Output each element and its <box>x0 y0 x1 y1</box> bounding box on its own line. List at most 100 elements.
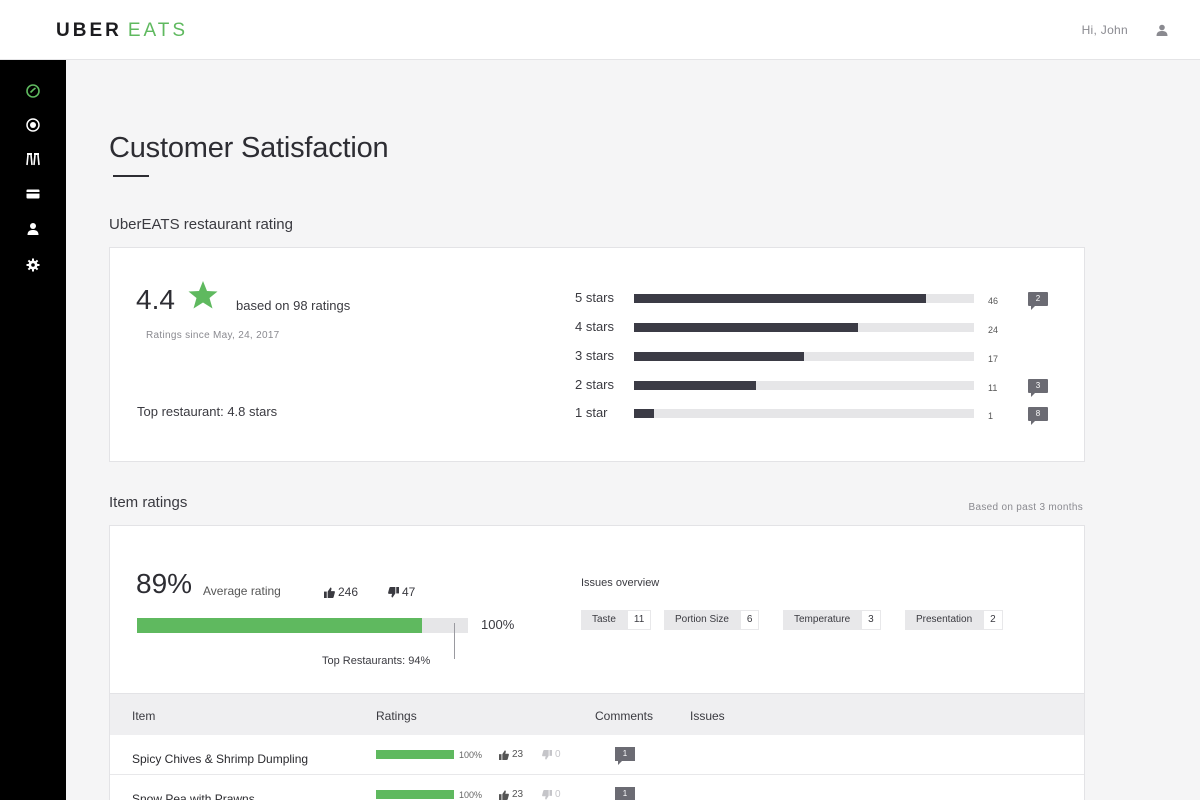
page-title: Customer Satisfaction <box>109 132 389 164</box>
thumbs-up-icon <box>499 749 509 760</box>
issues-overview-title: Issues overview <box>581 577 660 589</box>
item-name: Snow Pea with Prawns <box>132 792 255 800</box>
item-rating-bar-fill <box>376 790 454 799</box>
item-rating-pct: 100% <box>459 790 483 800</box>
restaurant-rating-title: UberEATS restaurant rating <box>109 216 293 233</box>
col-ratings[interactable]: Ratings <box>376 709 417 723</box>
star-row-count: 1 <box>988 411 994 421</box>
star-row-bar <box>634 323 974 332</box>
rating-score: 4.4 <box>136 284 175 315</box>
ratings-since: Ratings since May, 24, 2017 <box>146 330 280 341</box>
account-icon[interactable] <box>26 222 40 236</box>
issue-name: Temperature <box>783 610 862 630</box>
item-rating-bar-fill <box>376 750 454 759</box>
item-table-header: Item Ratings Comments Issues <box>110 693 1084 735</box>
item-ratings-title: Item ratings <box>109 494 188 511</box>
item-ratings-card: 89% Average rating 246 47 100% Top Resta… <box>109 525 1085 800</box>
item-comments-badge[interactable]: 1 <box>615 747 635 765</box>
thumbs-down-count: 47 <box>402 585 416 599</box>
item-thumbs-up: 23 <box>499 789 523 800</box>
top-bar: UBER EATS Hi, John <box>0 0 1200 60</box>
item-thumbs-down: 0 <box>542 749 561 760</box>
comments-badge[interactable]: 8 <box>1028 407 1048 425</box>
thumbs-down-total: 47 <box>388 585 415 599</box>
item-thumbs-down: 0 <box>542 789 561 800</box>
star-row-label: 1 star <box>575 405 608 420</box>
average-rating: 89% <box>136 568 193 599</box>
issue-chip[interactable]: Portion Size 6 <box>664 610 760 630</box>
star-row-bar-fill <box>634 409 655 418</box>
item-rating-bar <box>376 750 454 759</box>
item-thumbs-down-count: 0 <box>555 749 561 760</box>
comments-badge[interactable]: 3 <box>1028 379 1048 397</box>
star-row-bar-fill <box>634 294 927 303</box>
item-thumbs-up: 23 <box>499 749 523 760</box>
star-icon <box>188 281 218 309</box>
user-icon[interactable] <box>1156 24 1168 36</box>
star-row-bar-fill <box>634 352 804 361</box>
max-label: 100% <box>481 617 515 632</box>
ubereats-logo[interactable]: UBER EATS <box>56 20 188 42</box>
issue-count: 2 <box>983 610 1003 630</box>
item-thumbs-down-count: 0 <box>555 789 561 800</box>
average-rating-label: Average rating <box>203 584 281 598</box>
col-issues[interactable]: Issues <box>690 709 725 723</box>
issue-count: 6 <box>739 610 760 630</box>
star-row-bar-fill <box>634 323 859 332</box>
table-row[interactable]: Snow Pea with Prawns 100% 23 0 1 <box>110 775 1084 800</box>
star-row-count: 24 <box>988 325 999 335</box>
menu-icon[interactable] <box>26 152 40 166</box>
star-row-bar <box>634 381 974 390</box>
item-rating-bar <box>376 790 454 799</box>
star-row-count: 46 <box>988 296 999 306</box>
thumbs-down-icon <box>542 749 552 760</box>
issue-count: 3 <box>861 610 881 630</box>
table-row[interactable]: Spicy Chives & Shrimp Dumpling 100% 23 0 1 <box>110 735 1084 775</box>
settings-icon[interactable] <box>26 258 40 272</box>
star-row-label: 4 stars <box>575 319 615 334</box>
thumbs-down-icon <box>388 586 399 598</box>
star-row-label: 3 stars <box>575 348 615 363</box>
user-greeting[interactable]: Hi, John <box>1082 23 1128 37</box>
item-thumbs-up-count: 23 <box>512 749 524 760</box>
issue-name: Presentation <box>905 610 984 630</box>
col-item[interactable]: Item <box>132 709 155 723</box>
thumbs-down-icon <box>542 789 552 800</box>
item-comments-badge[interactable]: 1 <box>615 787 635 800</box>
star-row-label: 5 stars <box>575 290 615 305</box>
logo-uber: UBER <box>56 20 122 41</box>
issue-chip[interactable]: Taste 11 <box>581 610 652 630</box>
star-row-bar <box>634 352 974 361</box>
top-restaurant: Top restaurant: 4.8 stars <box>137 404 278 419</box>
col-comments[interactable]: Comments <box>595 709 653 723</box>
star-row-count: 17 <box>988 354 999 364</box>
star-row-label: 2 stars <box>575 377 615 392</box>
issue-chip[interactable]: Presentation 2 <box>905 610 1003 630</box>
star-row-bar-fill <box>634 381 757 390</box>
logo-eats: EATS <box>127 20 189 41</box>
issue-chip[interactable]: Temperature 3 <box>783 610 881 630</box>
star-row-bar <box>634 294 974 303</box>
comments-badge[interactable]: 2 <box>1028 292 1048 310</box>
issue-name: Taste <box>581 610 627 630</box>
issue-count: 11 <box>626 610 652 630</box>
title-underline <box>113 175 149 177</box>
top-restaurants-benchmark: Top Restaurants: 94% <box>322 655 431 667</box>
thumbs-up-icon <box>324 586 335 598</box>
top-restaurants-marker <box>454 623 455 659</box>
star-row-count: 11 <box>988 383 998 393</box>
thumbs-up-icon <box>499 789 509 800</box>
thumbs-up-total: 246 <box>324 585 358 599</box>
period-note: Based on past 3 months <box>968 502 1083 513</box>
payment-card-icon[interactable] <box>26 187 40 201</box>
item-rating-pct: 100% <box>459 750 483 760</box>
item-thumbs-up-count: 23 <box>512 789 524 800</box>
target-icon[interactable] <box>26 118 40 132</box>
rating-count: based on 98 ratings <box>236 298 351 313</box>
sidebar <box>0 60 66 800</box>
dashboard-icon[interactable] <box>26 84 40 98</box>
star-row-bar <box>634 409 974 418</box>
average-rating-bar <box>137 618 468 633</box>
thumbs-up-count: 246 <box>338 585 359 599</box>
issue-name: Portion Size <box>664 610 740 630</box>
